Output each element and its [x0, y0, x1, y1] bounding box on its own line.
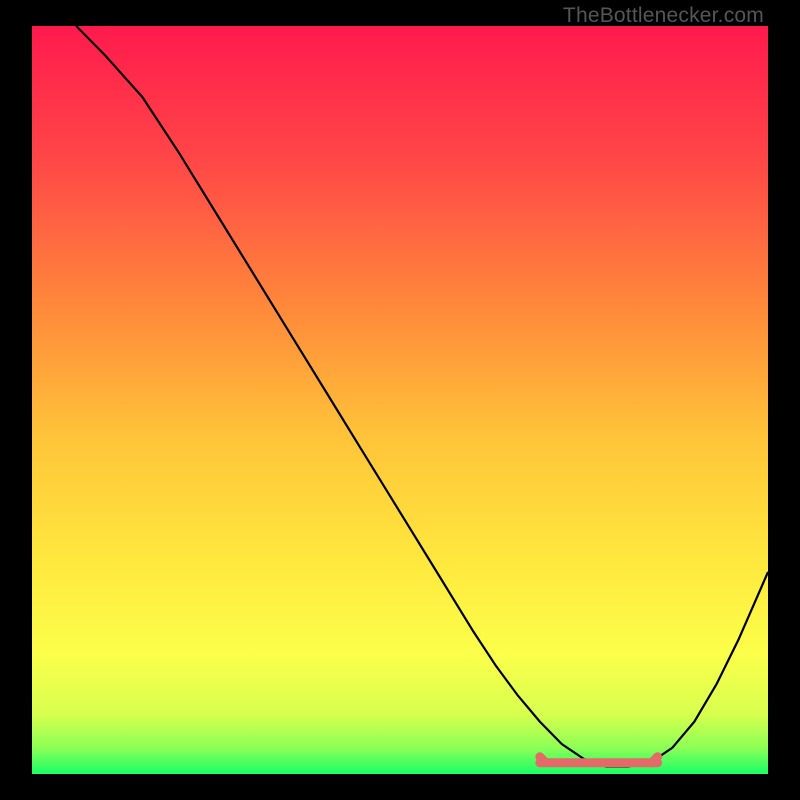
watermark-text: TheBottlenecker.com: [563, 4, 764, 28]
chart-background: [32, 26, 768, 774]
chart-frame: [32, 26, 768, 774]
chart-svg: [32, 26, 768, 774]
